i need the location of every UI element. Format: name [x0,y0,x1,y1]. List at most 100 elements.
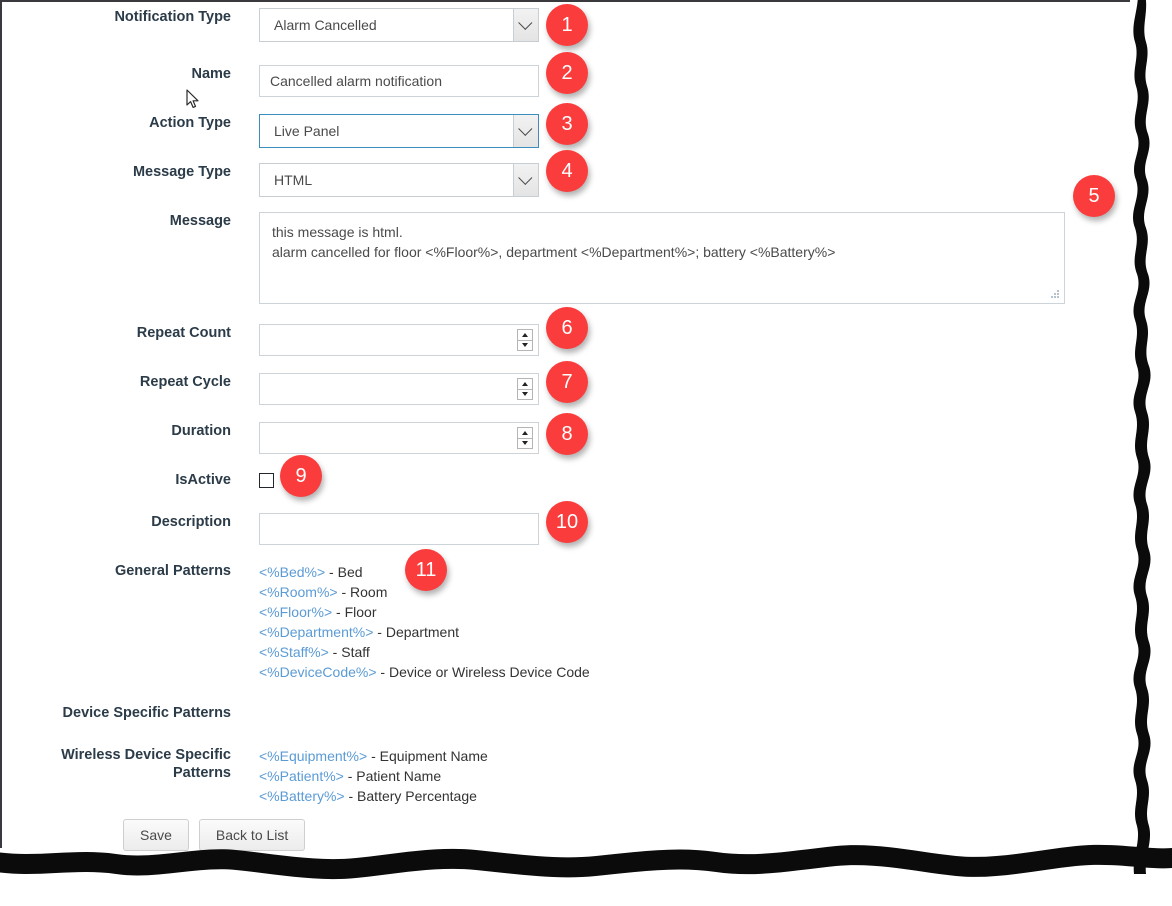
pattern-line: <%DeviceCode%> - Device or Wireless Devi… [259,662,590,682]
spin-up-button[interactable] [518,379,532,390]
notification-type-select[interactable]: Alarm Cancelled [259,8,539,42]
pattern-token[interactable]: <%Patient%> [259,768,344,784]
repeat-cycle-spin-buttons[interactable] [517,378,533,400]
pattern-line: <%Staff%> - Staff [259,642,590,662]
action-type-dropdown-button[interactable] [513,115,538,147]
callout-badge-8: 8 [546,413,588,455]
torn-paper-right-edge [1133,0,1151,874]
window-top-border [0,0,1130,2]
field-row-duration: Duration [0,422,539,454]
message-textarea[interactable]: this message is html. alarm cancelled for… [259,212,1065,304]
repeat-count-spin-buttons[interactable] [517,329,533,351]
label-name: Name [191,66,232,82]
duration-stepper[interactable] [259,422,539,454]
control-is-active [259,471,274,493]
notification-type-value: Alarm Cancelled [274,17,377,33]
label-device-specific-patterns: Device Specific Patterns [62,705,231,721]
spin-up-button[interactable] [518,428,532,439]
pattern-line: <%Floor%> - Floor [259,602,590,622]
label-is-active: IsActive [175,472,231,488]
field-row-repeat-cycle: Repeat Cycle [0,373,539,405]
window-left-border [0,0,2,848]
chevron-down-icon [518,170,533,185]
pattern-token[interactable]: <%Floor%> [259,604,332,620]
callout-badge-2: 2 [546,52,588,94]
pattern-token[interactable]: <%Bed%> [259,564,325,580]
pattern-token[interactable]: <%Room%> [259,584,338,600]
chevron-down-icon [518,121,533,136]
spin-up-button[interactable] [518,330,532,341]
callout-badge-5: 5 [1073,175,1115,217]
message-line-2: alarm cancelled for floor <%Floor%>, dep… [272,244,836,260]
name-input[interactable] [259,65,539,97]
callout-badge-11: 11 [405,549,447,591]
control-notification-type: Alarm Cancelled [259,8,539,42]
repeat-cycle-stepper[interactable] [259,373,539,405]
callout-badge-3: 3 [546,103,588,145]
triangle-down-icon [522,441,528,446]
repeat-count-stepper[interactable] [259,324,539,356]
field-row-device-specific-patterns: Device Specific Patterns [0,704,259,722]
label-duration: Duration [171,423,231,439]
screenshot-root: Notification Type Alarm Cancelled Name A… [0,0,1172,906]
pattern-description: - Battery Percentage [344,788,477,804]
pattern-token[interactable]: <%Department%> [259,624,373,640]
pattern-token[interactable]: <%DeviceCode%> [259,664,377,680]
field-row-repeat-count: Repeat Count [0,324,539,356]
callout-badge-9: 9 [280,455,322,497]
field-row-wireless-device-specific-patterns: Wireless Device Specific Patterns <%Equi… [0,746,488,806]
control-message: this message is html. alarm cancelled for… [259,212,1065,304]
form-actions: Save Back to List [123,819,306,851]
field-row-name: Name [0,65,539,97]
duration-spin-buttons[interactable] [517,427,533,449]
label-repeat-cycle: Repeat Cycle [139,374,231,390]
control-message-type: HTML [259,163,539,197]
control-repeat-count [259,324,539,356]
triangle-down-icon [522,343,528,348]
pattern-token[interactable]: <%Battery%> [259,788,345,804]
notification-type-dropdown-button[interactable] [513,9,538,41]
action-type-select[interactable]: Live Panel [259,114,539,148]
control-description [259,513,539,545]
pattern-line: <%Patient%> - Patient Name [259,766,488,786]
pattern-token[interactable]: <%Equipment%> [259,748,367,764]
pattern-line: <%Equipment%> - Equipment Name [259,746,488,766]
pattern-description: - Floor [332,604,377,620]
callout-badge-10: 10 [546,501,588,543]
field-row-description: Description [0,513,539,545]
message-line-1: this message is html. [272,224,403,240]
pattern-line: <%Department%> - Department [259,622,590,642]
pattern-description: - Room [337,584,388,600]
pattern-description: - Equipment Name [367,748,488,764]
control-name [259,65,539,97]
pattern-description: - Device or Wireless Device Code [376,664,590,680]
spin-down-button[interactable] [518,439,532,449]
message-type-select[interactable]: HTML [259,163,539,197]
pattern-line: <%Battery%> - Battery Percentage [259,786,488,806]
description-input[interactable] [259,513,539,545]
label-message: Message [169,213,231,229]
label-general-patterns: General Patterns [114,563,231,579]
action-type-value: Live Panel [274,123,340,139]
spin-down-button[interactable] [518,341,532,351]
callout-badge-4: 4 [546,150,588,192]
message-type-value: HTML [274,172,313,188]
label-notification-type: Notification Type [114,9,231,25]
triangle-up-icon [522,381,528,386]
chevron-down-icon [518,15,533,30]
pattern-token[interactable]: <%Staff%> [259,644,329,660]
field-row-notification-type: Notification Type Alarm Cancelled [0,8,539,42]
message-type-dropdown-button[interactable] [513,164,538,196]
field-row-message: Message this message is html. alarm cance… [0,212,1065,304]
is-active-checkbox[interactable] [259,473,274,488]
wireless-device-specific-patterns-list: <%Equipment%> - Equipment Name <%Patient%… [259,746,488,806]
label-description: Description [151,514,231,530]
callout-badge-1: 1 [546,4,588,46]
triangle-up-icon [522,332,528,337]
pattern-description: - Bed [325,564,363,580]
field-row-message-type: Message Type HTML [0,163,539,197]
save-button[interactable]: Save [123,819,189,851]
field-row-is-active: IsActive [0,471,274,493]
back-to-list-button[interactable]: Back to List [198,819,306,851]
spin-down-button[interactable] [518,390,532,400]
